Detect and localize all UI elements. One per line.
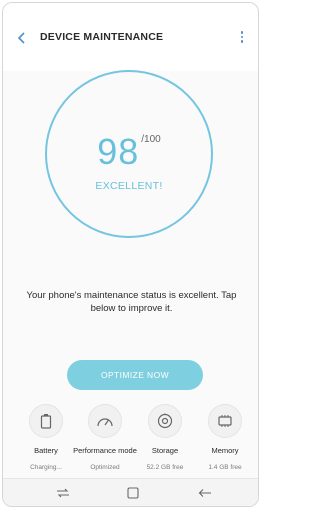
- home-button[interactable]: [124, 485, 142, 501]
- battery-value: Charging...: [30, 464, 62, 471]
- nav-back-button[interactable]: [196, 485, 214, 501]
- score-value: 98: [97, 131, 140, 172]
- battery-icon: [40, 414, 52, 429]
- battery-label: Battery: [34, 446, 58, 455]
- more-options-button[interactable]: [236, 28, 248, 46]
- back-button[interactable]: [13, 29, 31, 47]
- recent-apps-icon: [57, 488, 69, 498]
- app-header: DEVICE MAINTENANCE: [3, 3, 258, 71]
- score-max: /100: [141, 134, 161, 145]
- memory-value: 1.4 GB free: [208, 464, 242, 471]
- recent-apps-button[interactable]: [54, 485, 72, 501]
- optimize-now-button[interactable]: OPTIMIZE NOW: [67, 360, 203, 390]
- score-status: EXCELLENT!: [95, 180, 163, 192]
- memory-label: Memory: [211, 446, 239, 455]
- memory-chip-icon: [218, 415, 232, 427]
- app-frame: DEVICE MAINTENANCE 98/100 EXCELLENT! You…: [2, 2, 259, 507]
- storage-disc-icon: [157, 413, 173, 429]
- storage-value: 52.2 GB free: [146, 464, 184, 471]
- memory-item[interactable]: Memory 1.4 GB free: [193, 404, 257, 471]
- performance-mode-label: Performance mode: [73, 446, 137, 455]
- more-vertical-icon: [240, 31, 244, 34]
- performance-mode-item[interactable]: Performance mode Optimized: [73, 404, 137, 471]
- battery-item[interactable]: Battery Charging...: [14, 404, 78, 471]
- status-message: Your phone's maintenance status is excel…: [26, 290, 237, 314]
- storage-item[interactable]: Storage 52.2 GB free: [133, 404, 197, 471]
- back-chevron-icon: [17, 32, 25, 44]
- system-navbar: [3, 478, 258, 506]
- performance-mode-value: Optimized: [90, 464, 120, 471]
- speedometer-icon: [97, 418, 113, 427]
- maintenance-items: Battery Charging... Performance mode Opt…: [3, 404, 258, 478]
- score-display: 98/100: [43, 131, 215, 173]
- storage-label: Storage: [151, 446, 179, 455]
- back-arrow-icon: [198, 489, 211, 497]
- home-icon: [127, 487, 139, 499]
- page-title: DEVICE MAINTENANCE: [40, 31, 164, 43]
